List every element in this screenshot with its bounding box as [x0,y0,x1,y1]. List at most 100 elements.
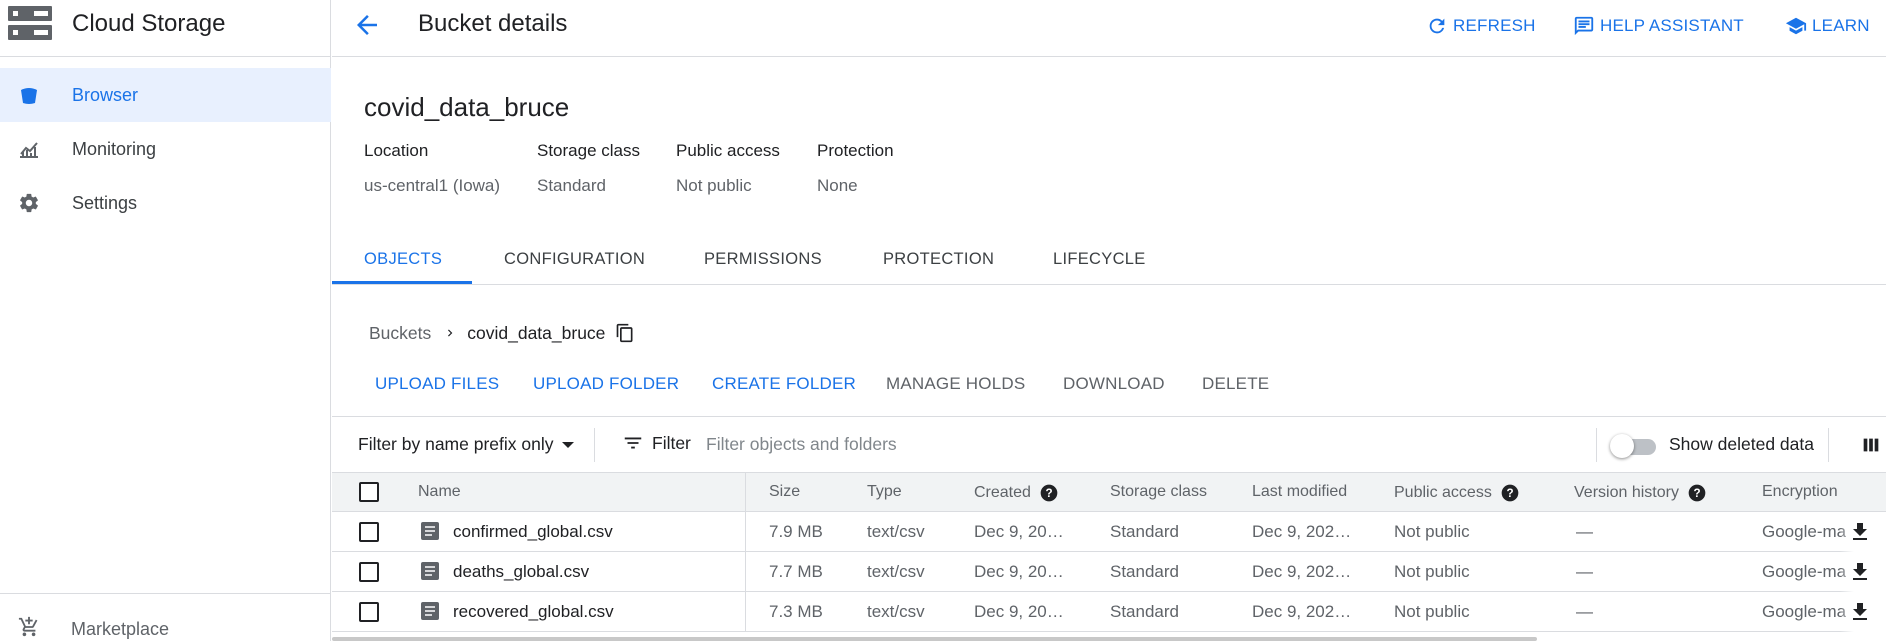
refresh-icon [1429,18,1445,34]
meta-protection: Protection None [817,141,894,196]
upload-folder-button[interactable]: UPLOAD FOLDER [533,374,679,394]
table-row[interactable]: confirmed_global.csv 7.9 MB text/csv Dec… [332,512,1886,552]
table-header: Name Size Type Created ? Storage class L… [332,472,1886,512]
filter-button[interactable]: Filter [622,432,691,454]
learn-button[interactable]: LEARN [1785,14,1870,38]
tab-permissions[interactable]: PERMISSIONS [704,240,822,285]
cart-icon [18,616,38,637]
back-arrow-icon[interactable] [352,10,382,40]
help-assistant-button[interactable]: HELP ASSISTANT [1573,14,1744,38]
show-deleted-toggle[interactable] [1610,434,1660,458]
cell-encryption: Google-ma [1762,562,1847,581]
divider [1828,428,1829,462]
storage-icon [8,6,52,40]
file-icon [421,562,439,580]
cell-type: text/csv [867,562,925,581]
help-icon[interactable]: ? [1500,483,1520,503]
tab-objects[interactable]: OBJECTS [364,240,442,285]
cell-storage-class: Standard [1110,522,1179,541]
filter-mode-label: Filter by name prefix only [358,434,554,454]
filter-input[interactable] [706,430,1406,458]
meta-value: us-central1 (Iowa) [364,176,501,195]
cell-size: 7.7 MB [769,562,823,581]
copy-icon[interactable] [615,323,635,343]
table-row[interactable]: recovered_global.csv 7.3 MB text/csv Dec… [332,592,1886,632]
row-checkbox[interactable] [359,522,379,542]
bucket-icon [21,88,37,104]
meta-label: Location [364,141,429,160]
sidebar-item-browser[interactable]: Browser [0,68,331,122]
delete-button[interactable]: DELETE [1202,374,1269,394]
divider [1596,428,1597,462]
cell-last-modified: Dec 9, 202… [1252,602,1352,621]
column-header-label: Created [974,484,1031,501]
refresh-button[interactable]: REFRESH [1426,14,1536,38]
download-icon[interactable] [1848,600,1872,624]
table-row[interactable]: deaths_global.csv 7.7 MB text/csv Dec 9,… [332,552,1886,592]
sidebar-item-label: Monitoring [72,138,157,159]
column-header-type[interactable]: Type [867,483,902,501]
column-header-encryption[interactable]: Encryption [1762,483,1838,501]
horizontal-scrollbar[interactable] [332,637,1537,641]
object-name-link[interactable]: deaths_global.csv [453,562,589,582]
column-header-size[interactable]: Size [769,483,800,501]
breadcrumb-current: covid_data_bruce [467,322,606,343]
school-icon [1785,17,1807,35]
manage-holds-button[interactable]: MANAGE HOLDS [886,374,1025,394]
svg-text:?: ? [1506,487,1513,500]
column-divider [745,552,746,591]
sidebar-item-label: Browser [72,84,139,105]
object-name-link[interactable]: recovered_global.csv [453,602,614,622]
column-header-name[interactable]: Name [418,483,461,501]
column-display-icon[interactable] [1860,434,1882,456]
sidebar-item-settings[interactable]: Settings [0,176,331,230]
sidebar-item-monitoring[interactable]: Monitoring [0,122,331,176]
cell-type: text/csv [867,602,925,621]
column-header-label: Last modified [1252,483,1348,500]
chart-icon [20,142,38,158]
help-icon[interactable]: ? [1039,483,1059,503]
column-header-public-access[interactable]: Public access ? [1394,483,1520,503]
meta-value: Not public [676,176,752,195]
select-all-checkbox[interactable] [359,482,379,502]
cell-size: 7.9 MB [769,522,823,541]
download-icon[interactable] [1848,520,1872,544]
filter-bar: Filter by name prefix only Filter Show d… [332,418,1886,470]
file-icon [421,602,439,620]
top-bar: Bucket details REFRESH HELP ASSISTANT LE… [332,0,1886,57]
sidebar-item-label: Marketplace [71,619,170,639]
column-header-label: Storage class [1110,483,1207,500]
cell-last-modified: Dec 9, 202… [1252,522,1352,541]
column-header-last-modified[interactable]: Last modified [1252,483,1347,501]
svg-text:?: ? [1045,487,1052,500]
cell-public-access: Not public [1394,562,1470,581]
cell-size: 7.3 MB [769,602,823,621]
column-header-version-history[interactable]: Version history ? [1574,483,1707,503]
tab-lifecycle[interactable]: LIFECYCLE [1053,240,1146,285]
create-folder-button[interactable]: CREATE FOLDER [712,374,856,394]
download-icon[interactable] [1848,560,1872,584]
tab-protection[interactable]: PROTECTION [883,240,994,285]
divider [594,428,595,462]
help-icon[interactable]: ? [1687,483,1707,503]
sidebar-item-label: Settings [72,192,138,213]
column-header-label: Public access [1394,484,1492,501]
column-divider [745,512,746,551]
upload-files-button[interactable]: UPLOAD FILES [375,374,499,394]
download-button[interactable]: DOWNLOAD [1063,374,1165,394]
product-title: Cloud Storage [72,10,226,37]
breadcrumb-buckets-link[interactable]: Buckets [369,323,431,344]
column-header-created[interactable]: Created ? [974,483,1059,503]
bucket-name: covid_data_bruce [364,92,570,122]
row-checkbox[interactable] [359,562,379,582]
refresh-label: REFRESH [1453,16,1536,35]
column-header-storage-class[interactable]: Storage class [1110,483,1207,501]
row-checkbox[interactable] [359,602,379,622]
object-name-link[interactable]: confirmed_global.csv [453,522,613,542]
column-header-label: Size [769,483,801,500]
sidebar-item-marketplace[interactable]: Marketplace [0,593,331,641]
tab-configuration[interactable]: CONFIGURATION [504,240,645,285]
page-title: Bucket details [418,10,568,37]
breadcrumb: Buckets covid_data_bruce [369,321,635,345]
filter-mode-select[interactable]: Filter by name prefix only [358,434,574,455]
